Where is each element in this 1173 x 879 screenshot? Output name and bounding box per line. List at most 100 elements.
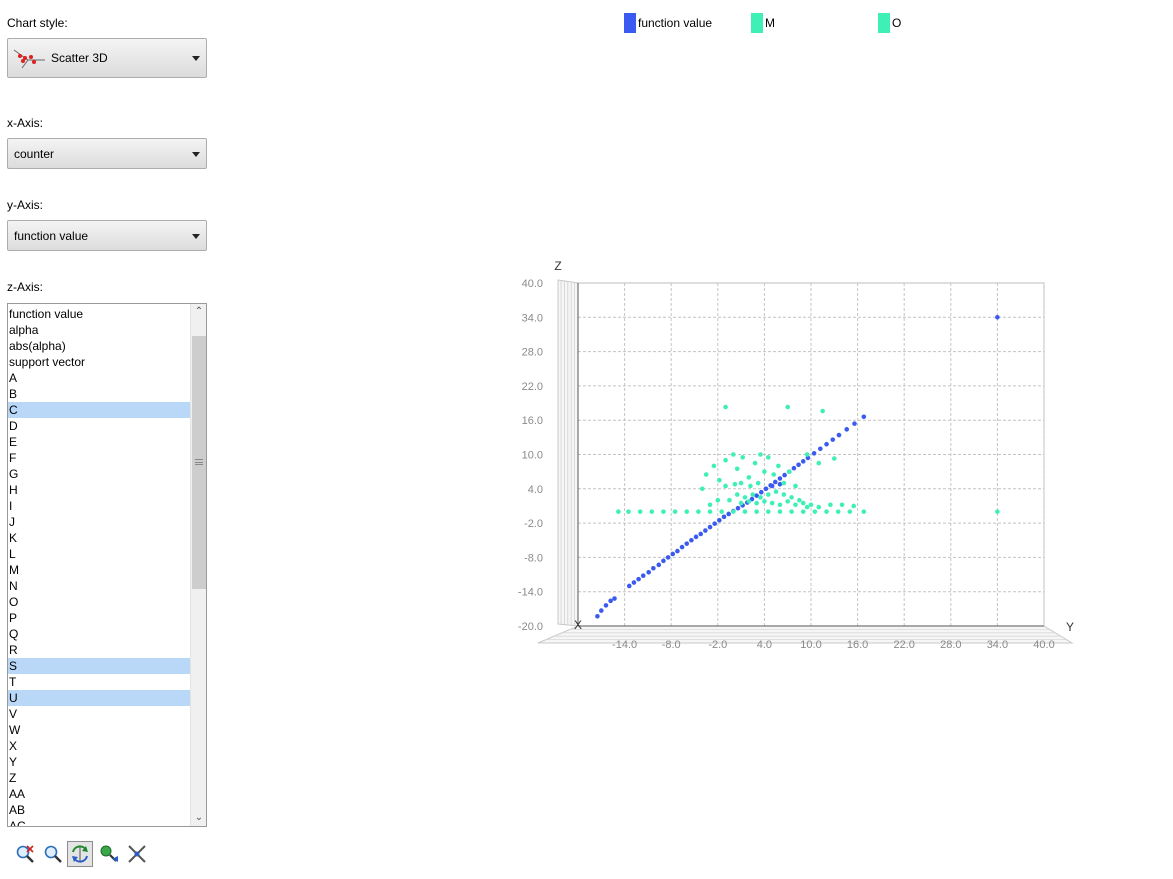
data-point	[707, 502, 713, 508]
data-point	[995, 315, 1000, 320]
data-point	[696, 509, 701, 514]
data-point	[740, 455, 745, 460]
data-point	[777, 509, 783, 514]
data-point	[651, 565, 656, 571]
data-point	[595, 613, 600, 619]
data-point	[670, 551, 676, 557]
data-point	[762, 499, 767, 504]
data-point	[758, 489, 764, 495]
data-point	[808, 502, 814, 508]
data-point	[812, 509, 818, 514]
data-point	[777, 481, 783, 487]
data-point	[816, 504, 822, 510]
data-point	[731, 509, 736, 514]
data-point	[800, 509, 806, 514]
data-point	[789, 495, 794, 500]
data-point	[835, 509, 841, 514]
data-point	[782, 472, 787, 478]
data-point	[727, 497, 732, 503]
y-tick-label: 16.0	[847, 639, 868, 651]
z-tick-label: 10.0	[522, 450, 543, 462]
data-point	[785, 499, 790, 504]
data-point	[719, 509, 724, 514]
y-tick-label: 22.0	[893, 639, 914, 651]
z-axis-title: Z	[554, 259, 561, 273]
data-point	[781, 492, 787, 497]
data-point	[762, 469, 767, 474]
data-point	[752, 460, 758, 466]
data-point	[721, 514, 727, 520]
data-point	[830, 437, 836, 442]
data-point	[684, 541, 690, 546]
data-point	[824, 509, 829, 514]
data-point	[785, 404, 790, 410]
data-point	[640, 573, 646, 578]
z-tick-label: -2.0	[524, 518, 543, 530]
data-point	[746, 475, 752, 480]
data-point	[769, 483, 775, 489]
data-point	[796, 462, 801, 468]
data-point	[742, 495, 748, 500]
data-point	[758, 495, 763, 500]
z-tick-label: 28.0	[522, 347, 543, 359]
y-tick-label: 4.0	[757, 639, 772, 651]
data-point	[816, 460, 822, 466]
y-tick-label: 40.0	[1033, 639, 1054, 651]
data-point	[616, 509, 621, 514]
data-point	[844, 427, 850, 432]
data-point	[750, 492, 756, 497]
data-point	[789, 509, 794, 514]
data-point	[707, 509, 713, 514]
data-point	[636, 576, 641, 582]
data-point	[672, 509, 678, 514]
data-point	[786, 469, 792, 474]
data-point	[689, 537, 694, 543]
data-point	[804, 504, 810, 510]
data-point	[773, 489, 779, 494]
data-point	[599, 608, 604, 613]
data-point	[723, 483, 728, 489]
data-point	[731, 452, 736, 457]
data-point	[637, 509, 643, 514]
data-point	[649, 509, 655, 514]
data-point	[661, 509, 666, 514]
data-point	[847, 509, 853, 514]
data-point	[656, 562, 662, 568]
data-point	[765, 455, 771, 460]
data-point	[734, 466, 740, 472]
data-point	[755, 480, 761, 486]
data-point	[612, 596, 617, 601]
data-point	[723, 404, 728, 410]
z-tick-label: 22.0	[522, 381, 543, 393]
data-point	[626, 509, 631, 514]
y-axis-title: Y	[1066, 620, 1074, 634]
data-point	[693, 534, 699, 540]
data-point	[734, 492, 740, 497]
x-axis-title: X	[574, 618, 582, 632]
data-point	[791, 465, 797, 471]
data-point	[839, 502, 845, 508]
data-point	[608, 598, 613, 604]
y-tick-label: 34.0	[987, 639, 1008, 651]
data-point	[824, 441, 829, 447]
data-point	[684, 509, 690, 514]
data-point	[852, 421, 857, 426]
data-point	[703, 528, 708, 533]
data-point	[781, 480, 787, 486]
data-point	[777, 502, 783, 508]
data-point	[717, 517, 722, 523]
data-point	[732, 481, 738, 487]
data-point	[699, 486, 705, 492]
data-point	[723, 457, 728, 463]
data-point	[776, 463, 781, 469]
data-point	[738, 480, 744, 486]
z-tick-label: -20.0	[518, 621, 543, 633]
z-tick-label: 34.0	[522, 312, 543, 324]
data-point	[698, 531, 704, 537]
data-point	[793, 502, 798, 508]
scatter-3d-chart[interactable]: -14.0 -8.0 -2.0 4.0 10.0 16.0 22.0 28.0 34.0 40.0…	[0, 0, 1173, 879]
data-point	[746, 499, 752, 504]
data-point	[603, 603, 609, 608]
data-point	[758, 452, 763, 457]
data-point	[626, 583, 632, 589]
